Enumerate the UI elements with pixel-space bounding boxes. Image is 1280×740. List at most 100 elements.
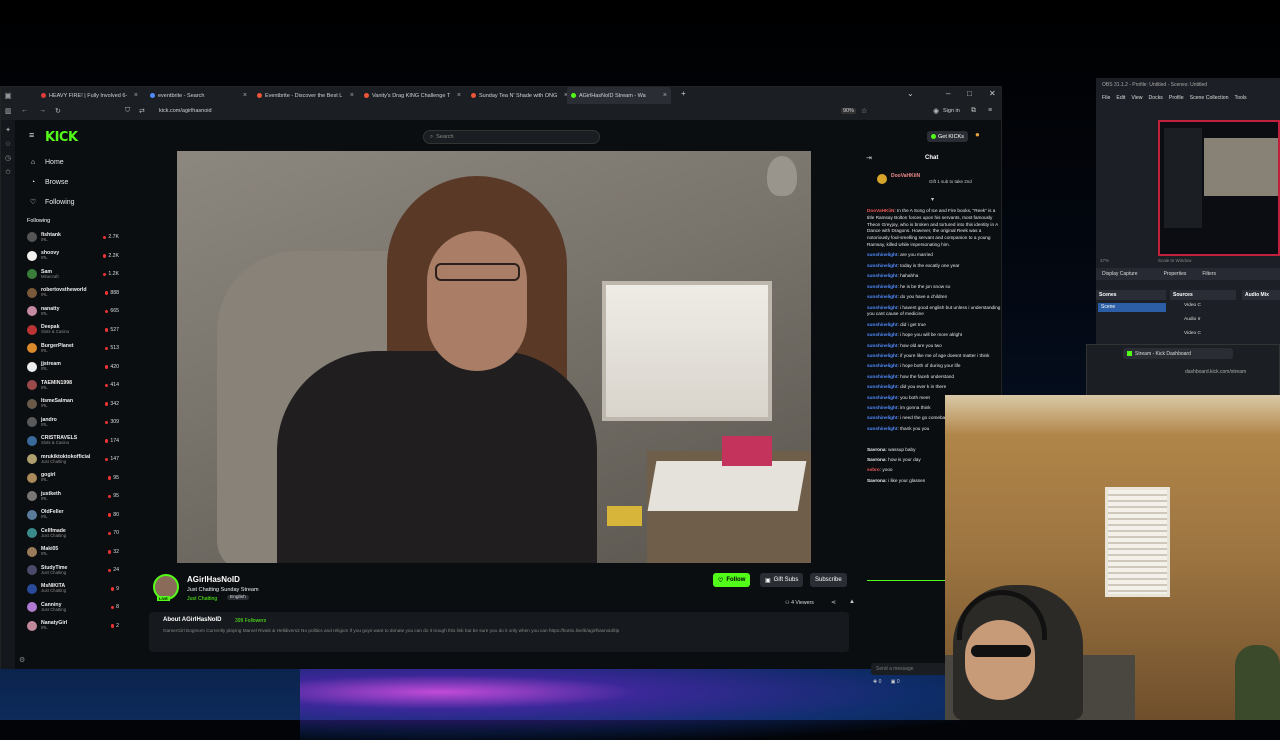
share-icon[interactable]: ⋖ xyxy=(831,599,836,606)
chat-username[interactable]: sunshinelight xyxy=(867,384,897,389)
sign-in-link[interactable]: Sign in xyxy=(943,108,960,114)
chat-message[interactable]: sunshinelight: did i get true xyxy=(867,322,1001,329)
sparkle-icon[interactable]: ✦ xyxy=(1,126,15,134)
chat-message[interactable]: sunshinelight: if youre like me of age d… xyxy=(867,353,1001,360)
dashboard-browser[interactable]: Stream - Kick Dashboard dashboard.kick.c… xyxy=(1086,344,1280,400)
sidebar-icon[interactable]: ▥ xyxy=(5,107,12,115)
nav-item-home[interactable]: ⌂Home xyxy=(15,152,125,172)
obs-menu-item[interactable]: Scene Collection xyxy=(1190,95,1229,101)
following-channel[interactable]: Maki05IRL32 xyxy=(15,543,125,562)
browser-tab[interactable]: AGirlHasNoID Stream - Wa× xyxy=(567,87,671,104)
forward-icon[interactable]: → xyxy=(39,107,46,114)
obs-properties-button[interactable]: Properties xyxy=(1164,271,1187,277)
close-tab-icon[interactable]: × xyxy=(350,92,354,99)
obs-menu-item[interactable]: Profile xyxy=(1169,95,1184,101)
close-tab-icon[interactable]: × xyxy=(134,92,138,99)
following-channel[interactable]: robertovstheworldIRL888 xyxy=(15,284,125,303)
browser-tab[interactable]: Sunday Tea N' Shade with ONG× xyxy=(467,87,572,104)
obs-filters-button[interactable]: Filters xyxy=(1202,271,1216,277)
chat-username[interactable]: sunshinelight xyxy=(867,405,897,410)
maximize-icon[interactable]: □ xyxy=(967,89,972,98)
chat-username[interactable]: DooVaHKiiN xyxy=(867,208,894,213)
minimize-icon[interactable]: – xyxy=(946,89,950,98)
chat-username[interactable]: sunshinelight xyxy=(867,263,897,268)
following-channel[interactable]: CanninyJust Chatting8 xyxy=(15,598,125,617)
chat-message[interactable]: sunshinelight: how old are you two xyxy=(867,343,1001,350)
following-channel[interactable]: shoovyIRL2.2K xyxy=(15,247,125,266)
chat-username[interactable]: sunshinelight xyxy=(867,395,897,400)
bookmarks-icon[interactable]: ☆ xyxy=(1,140,15,148)
expand-chevron-icon[interactable]: ▾ xyxy=(931,196,934,203)
url-field[interactable]: kick.com/agirlhasnoid xyxy=(159,108,212,114)
chat-username[interactable]: Savrona xyxy=(867,457,886,462)
reload-icon[interactable]: ↻ xyxy=(55,107,61,115)
settings-icon[interactable]: ⚙ xyxy=(19,656,25,664)
bookmark-star-icon[interactable]: ☆ xyxy=(861,107,867,115)
search-input[interactable]: ⌕ Search xyxy=(423,130,600,144)
chat-username[interactable]: sunshinelight xyxy=(867,426,897,431)
nav-item-following[interactable]: ♡Following xyxy=(15,192,125,212)
obs-menu-item[interactable]: File xyxy=(1102,95,1110,101)
sidebar-toggle-icon[interactable]: ▣ xyxy=(1,87,15,104)
points-icon[interactable]: ✚ xyxy=(873,679,877,685)
chat-username[interactable]: sunshinelight xyxy=(867,363,897,368)
chat-username[interactable]: sunshinelight xyxy=(867,284,897,289)
chat-message[interactable]: sunshinelight: hahahha xyxy=(867,273,1001,280)
obs-menu-item[interactable]: View xyxy=(1131,95,1142,101)
report-icon[interactable]: ▲ xyxy=(849,599,855,605)
browser-tab[interactable]: Eventbrite - Discover the Best L× xyxy=(253,87,358,104)
zoom-level[interactable]: 90% xyxy=(841,108,856,114)
obs-window[interactable]: OBS 31.1.2 - Profile: Untitled - Scenes:… xyxy=(1096,78,1280,348)
obs-menu-item[interactable]: Docks xyxy=(1148,95,1162,101)
chat-message[interactable]: sunshinelight: i havent good english but… xyxy=(867,305,1001,319)
chat-message[interactable]: sunshinelight: i hope you will be more a… xyxy=(867,332,1001,339)
browser-tab[interactable]: HEAVY FIRE! | Fully Involved 6-× xyxy=(37,87,142,104)
following-channel[interactable]: CellfmadeJust Chatting70 xyxy=(15,524,125,543)
subscribe-button[interactable]: Subscribe xyxy=(810,573,847,587)
new-tab-icon[interactable]: + xyxy=(681,89,686,98)
page-info-icon[interactable]: ⇄ xyxy=(139,107,145,115)
chat-message[interactable]: sunshinelight: are you married xyxy=(867,252,1001,259)
following-channel[interactable]: TAEMIN1998IRL414 xyxy=(15,376,125,395)
following-channel[interactable]: jjstreamIRL420 xyxy=(15,358,125,377)
following-channel[interactable]: gogirlIRL95 xyxy=(15,469,125,488)
gift-icon[interactable]: ▣ xyxy=(891,679,896,685)
nav-item-browse[interactable]: ◔Browse xyxy=(15,172,125,192)
obs-preview[interactable] xyxy=(1158,120,1280,256)
hamburger-menu-icon[interactable]: ≡ xyxy=(29,130,34,140)
chat-message[interactable]: sunshinelight: how the faceb understand xyxy=(867,374,1001,381)
obs-menu-item[interactable]: Edit xyxy=(1116,95,1125,101)
shield-icon[interactable]: ⛉ xyxy=(125,107,130,115)
chat-username[interactable]: sunshinelight xyxy=(867,374,897,379)
chat-username[interactable]: sunshinelight xyxy=(867,273,897,278)
following-channel[interactable]: justkethIRL95 xyxy=(15,487,125,506)
chat-username[interactable]: sunshinelight xyxy=(867,415,897,420)
chat-message[interactable]: sunshinelight: i hope both of during you… xyxy=(867,363,1001,370)
language-tag[interactable]: English xyxy=(227,595,249,600)
chat-message[interactable]: sunshinelight: do you have a children xyxy=(867,294,1001,301)
following-channel[interactable]: fishtankIRL2.7K xyxy=(15,228,125,247)
following-channel[interactable]: mrukiktoktokofficialJust Chatting147 xyxy=(15,450,125,469)
chat-username[interactable]: sunshinelight xyxy=(867,343,897,348)
obs-menu-item[interactable]: Tools xyxy=(1235,95,1247,101)
chat-username[interactable]: sunshinelight xyxy=(867,252,897,257)
following-channel[interactable]: OldFellerIRL80 xyxy=(15,506,125,525)
stream-category[interactable]: Just Chatting xyxy=(187,596,217,602)
follow-button[interactable]: ♡ Follow xyxy=(713,573,750,587)
browser-tab[interactable]: Vanity's Drag KING Challenge T× xyxy=(360,87,465,104)
chat-username[interactable]: sunshinelight xyxy=(867,322,897,327)
chat-username[interactable]: sunshinelight xyxy=(867,332,897,337)
extensions-icon[interactable]: ⧉ xyxy=(971,107,976,115)
notification-icon[interactable]: ● xyxy=(975,130,980,139)
chat-username[interactable]: ssbro xyxy=(867,467,880,472)
get-kicks-button[interactable]: Get KICKs xyxy=(927,131,968,142)
back-icon[interactable]: ← xyxy=(21,107,28,114)
chat-message[interactable]: sunshinelight: did you ever k in there xyxy=(867,384,1001,391)
chat-username[interactable]: sunshinelight xyxy=(867,294,897,299)
chat-username[interactable]: sunshinelight xyxy=(867,353,897,358)
account-icon[interactable]: ◉ xyxy=(933,107,939,115)
obs-scale[interactable]: Scale to Window xyxy=(1158,258,1192,263)
dashboard-url[interactable]: dashboard.kick.com/stream xyxy=(1185,369,1246,375)
dashboard-tab[interactable]: Stream - Kick Dashboard xyxy=(1123,348,1233,359)
browser-tab[interactable]: eventbrite - Search× xyxy=(146,87,251,104)
